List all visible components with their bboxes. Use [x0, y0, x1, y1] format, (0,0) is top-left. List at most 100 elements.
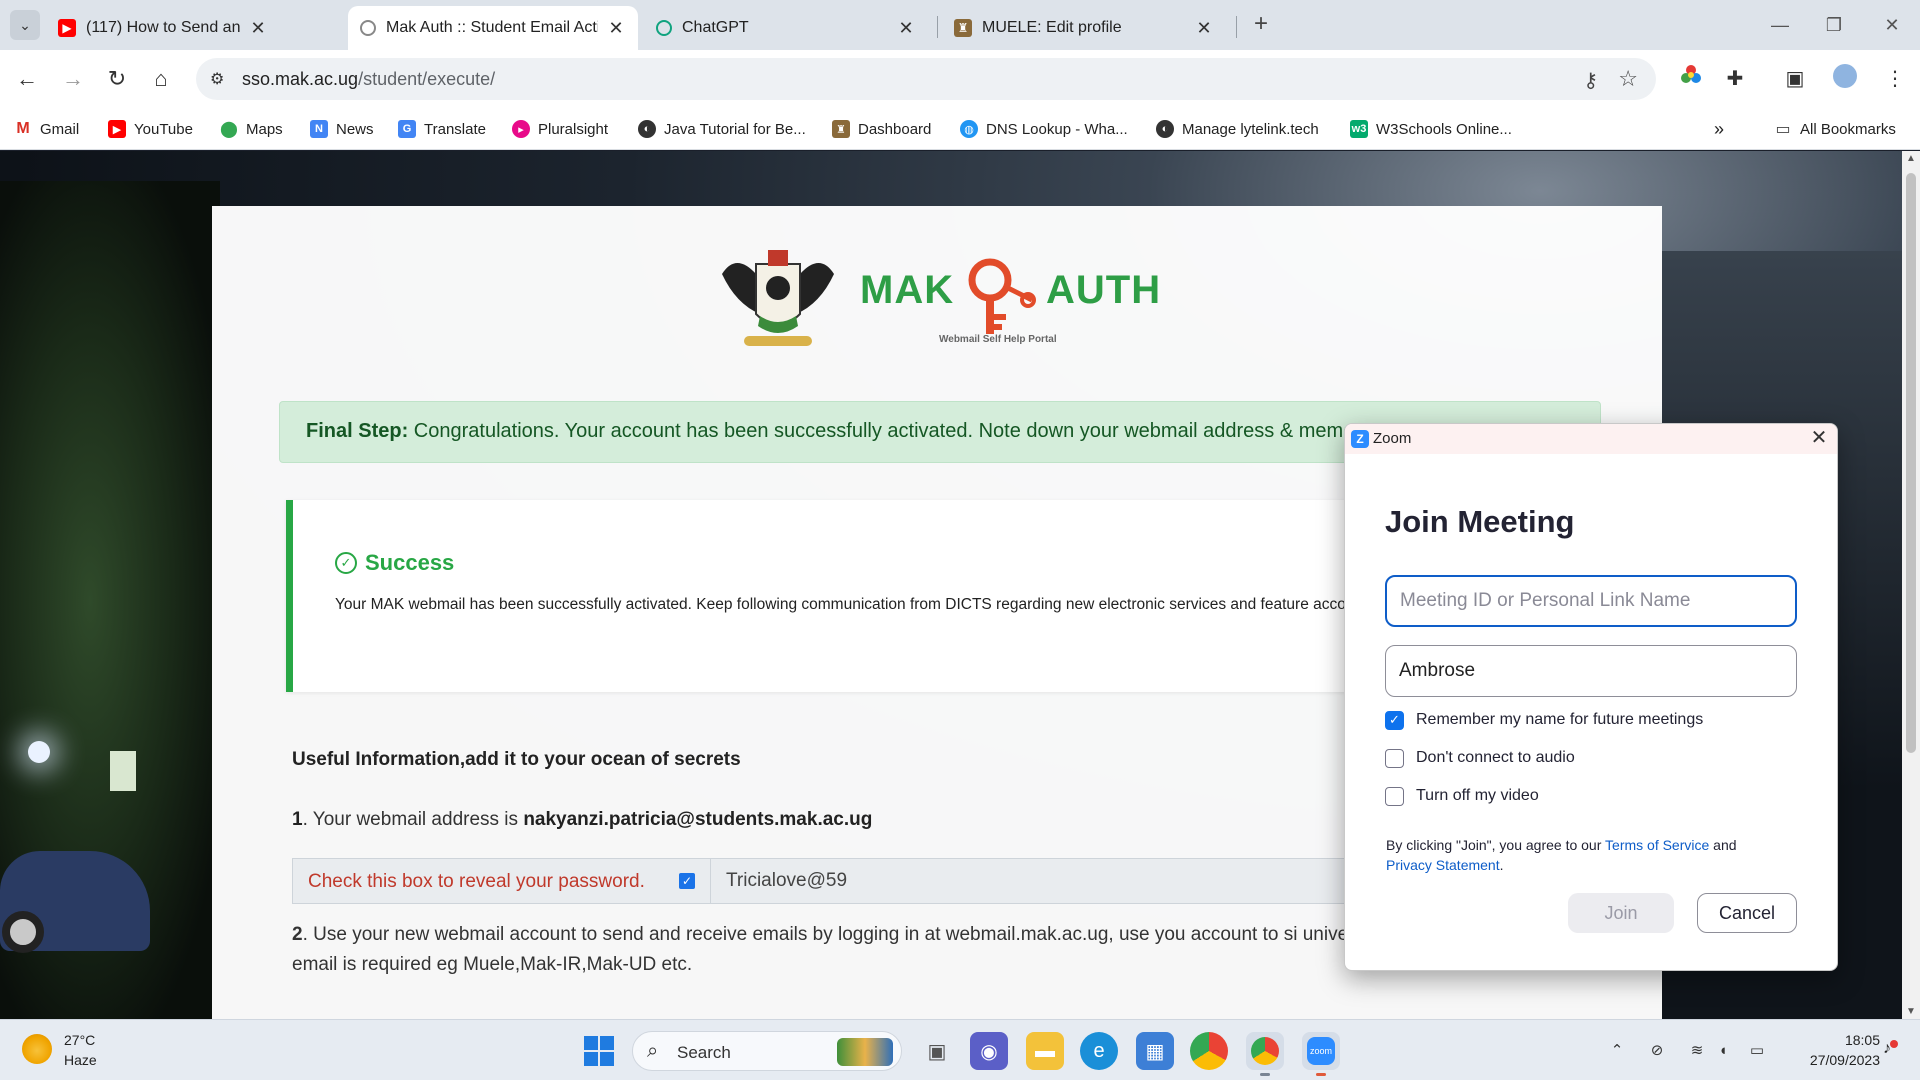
home-icon[interactable]: ⌂	[146, 64, 176, 94]
bookmark-pluralsight[interactable]: ▸ Pluralsight	[512, 116, 608, 142]
tab-youtube[interactable]: ▶ (117) How to Send an Email fro ✕	[46, 6, 280, 50]
zoom-logo-icon: zoom	[1307, 1037, 1335, 1065]
password-key-icon[interactable]: ⚷	[1583, 68, 1598, 93]
privacy-statement-link[interactable]: Privacy Statement	[1386, 857, 1500, 873]
minimize-icon[interactable]: —	[1760, 10, 1800, 40]
tab-title: MUELE: Edit profile	[982, 19, 1122, 36]
join-button[interactable]: Join	[1568, 893, 1674, 933]
tab-muele[interactable]: ♜ MUELE: Edit profile ✕	[942, 6, 1226, 50]
extension-color-icon[interactable]	[1676, 64, 1706, 94]
bookmark-maps[interactable]: ⬤ Maps	[220, 116, 283, 142]
tab-close-icon[interactable]: ✕	[896, 18, 916, 39]
bookmark-news[interactable]: N News	[310, 116, 374, 142]
bookmark-w3schools[interactable]: w3 W3Schools Online...	[1350, 116, 1512, 142]
battery-charging-icon[interactable]: ▭	[1746, 1040, 1768, 1062]
tab-search-button[interactable]: ⌄	[10, 10, 40, 40]
youtube-icon: ▶	[108, 120, 126, 138]
wifi-icon[interactable]: ≋	[1686, 1040, 1708, 1062]
terms-of-service-link[interactable]: Terms of Service	[1605, 837, 1709, 853]
video-off-checkbox[interactable]	[1385, 786, 1404, 806]
forward-icon[interactable]: →	[58, 64, 88, 94]
reload-icon[interactable]: ↻	[102, 64, 132, 94]
reveal-password-checkbox[interactable]: ✓	[679, 873, 695, 889]
sync-disabled-icon[interactable]: ⊘	[1646, 1040, 1668, 1062]
scroll-down-icon[interactable]: ▼	[1902, 1006, 1920, 1017]
extensions-puzzle-icon[interactable]: ✚	[1720, 64, 1750, 94]
remember-name-checkbox[interactable]: ✓	[1385, 710, 1404, 730]
bookmark-label: Gmail	[40, 120, 80, 138]
bookmark-dashboard[interactable]: ♜ Dashboard	[832, 116, 931, 142]
window-close-icon[interactable]: ✕	[1872, 10, 1912, 40]
bookmarks-overflow-icon[interactable]: »	[1714, 116, 1724, 142]
microsoft-store-icon[interactable]: ▦	[1136, 1032, 1174, 1070]
tab-chatgpt[interactable]: ChatGPT ✕	[644, 6, 928, 50]
join-meeting-heading: Join Meeting	[1385, 504, 1575, 539]
bookmark-youtube[interactable]: ▶ YouTube	[108, 116, 193, 142]
edge-browser-icon[interactable]: e	[1080, 1032, 1118, 1070]
scrollbar-thumb[interactable]	[1906, 173, 1916, 753]
all-bookmarks-button[interactable]: ▭ All Bookmarks	[1774, 116, 1895, 142]
bookmark-label: Dashboard	[858, 120, 932, 138]
video-off-option[interactable]: Turn off my video	[1385, 785, 1539, 807]
taskbar-search-box[interactable]: ⌕ Search	[632, 1031, 902, 1071]
windows-start-icon[interactable]	[584, 1036, 614, 1066]
volume-icon[interactable]: ◖	[1712, 1040, 1734, 1062]
chrome-icon[interactable]	[1190, 1032, 1228, 1070]
bookmark-java-tutorial[interactable]: ◐ Java Tutorial for Be...	[638, 116, 806, 142]
no-audio-option[interactable]: Don't connect to audio	[1385, 747, 1575, 769]
bookmark-label: Translate	[424, 120, 486, 138]
remember-name-option[interactable]: ✓ Remember my name for future meetings	[1385, 709, 1703, 731]
tab-close-icon[interactable]: ✕	[606, 18, 626, 39]
new-tab-button[interactable]: +	[1246, 10, 1276, 40]
makerere-crest-logo	[722, 250, 834, 346]
site-info-icon[interactable]: ⚙	[210, 69, 230, 89]
tab-mak-auth[interactable]: Mak Auth :: Student Email Acti ✕	[348, 6, 638, 50]
bookmark-lytelink[interactable]: ◐ Manage lytelink.tech	[1156, 116, 1319, 142]
scroll-up-icon[interactable]: ▲	[1902, 153, 1920, 164]
meeting-id-input[interactable]	[1385, 575, 1797, 627]
tray-overflow-icon[interactable]: ⌃	[1606, 1040, 1628, 1062]
zoom-app-icon[interactable]: zoom	[1302, 1032, 1340, 1076]
running-indicator	[1316, 1073, 1326, 1076]
task-view-icon[interactable]: ▣	[918, 1032, 956, 1070]
zoom-titlebar: Z Zoom ✕	[1345, 424, 1837, 454]
reveal-password-label: Check this box to reveal your password.	[293, 859, 711, 903]
side-panel-icon[interactable]: ▣	[1780, 64, 1810, 94]
file-explorer-icon[interactable]: ▬	[1026, 1032, 1064, 1070]
display-name-input[interactable]	[1385, 645, 1797, 697]
address-bar[interactable]: ⚙ sso.mak.ac.ug/student/execute/ ⚷ ☆	[196, 58, 1656, 100]
notification-bell-icon[interactable]: ♪	[1876, 1040, 1898, 1062]
bookmark-star-icon[interactable]: ☆	[1618, 66, 1638, 92]
teams-chat-icon[interactable]: ◉	[970, 1032, 1008, 1070]
bookmark-dns-lookup[interactable]: ◍ DNS Lookup - Wha...	[960, 116, 1128, 142]
no-audio-checkbox[interactable]	[1385, 748, 1404, 768]
webmail-address-line: 1. Your webmail address is nakyanzi.patr…	[292, 809, 872, 831]
page-scrollbar[interactable]: ▲ ▼	[1902, 151, 1920, 1019]
bookmark-label: Maps	[246, 120, 283, 138]
menu-kebab-icon[interactable]: ⋮	[1880, 64, 1910, 94]
item-number: 1	[292, 809, 303, 830]
bookmark-gmail[interactable]: M Gmail	[14, 116, 79, 142]
color-wheel-icon	[1681, 65, 1701, 83]
weather-condition[interactable]: Haze	[64, 1052, 97, 1068]
chrome-profile-icon[interactable]	[1246, 1032, 1284, 1076]
webmail-address: nakyanzi.patricia@students.mak.ac.ug	[523, 809, 873, 830]
weather-haze-icon[interactable]	[22, 1034, 52, 1064]
weather-temperature[interactable]: 27°C	[64, 1032, 95, 1048]
mak-crest-icon: ♜	[954, 19, 972, 37]
search-highlight-image	[837, 1038, 893, 1066]
bookmark-translate[interactable]: G Translate	[398, 116, 486, 142]
back-icon[interactable]: ←	[12, 64, 42, 94]
clock-date[interactable]: 27/09/2023	[1778, 1052, 1880, 1068]
tab-close-icon[interactable]: ✕	[1194, 18, 1214, 39]
zoom-close-icon[interactable]: ✕	[1807, 426, 1831, 450]
tab-close-icon[interactable]: ✕	[248, 18, 268, 39]
dns-globe-icon: ◍	[960, 120, 978, 138]
profile-avatar[interactable]	[1830, 64, 1860, 94]
browser-toolbar: ← → ↻ ⌂ ⚙ sso.mak.ac.ug/student/execute/…	[0, 50, 1920, 108]
restore-icon[interactable]: ❐	[1814, 10, 1854, 40]
cancel-button[interactable]: Cancel	[1697, 893, 1797, 933]
windows-taskbar: 27°C Haze ⌕ Search ▣ ◉ ▬ e ▦ zoom ⌃ ⊘ ≋ …	[0, 1019, 1920, 1080]
clock-time[interactable]: 18:05	[1830, 1032, 1880, 1048]
check-circle-icon: ✓	[335, 552, 357, 574]
